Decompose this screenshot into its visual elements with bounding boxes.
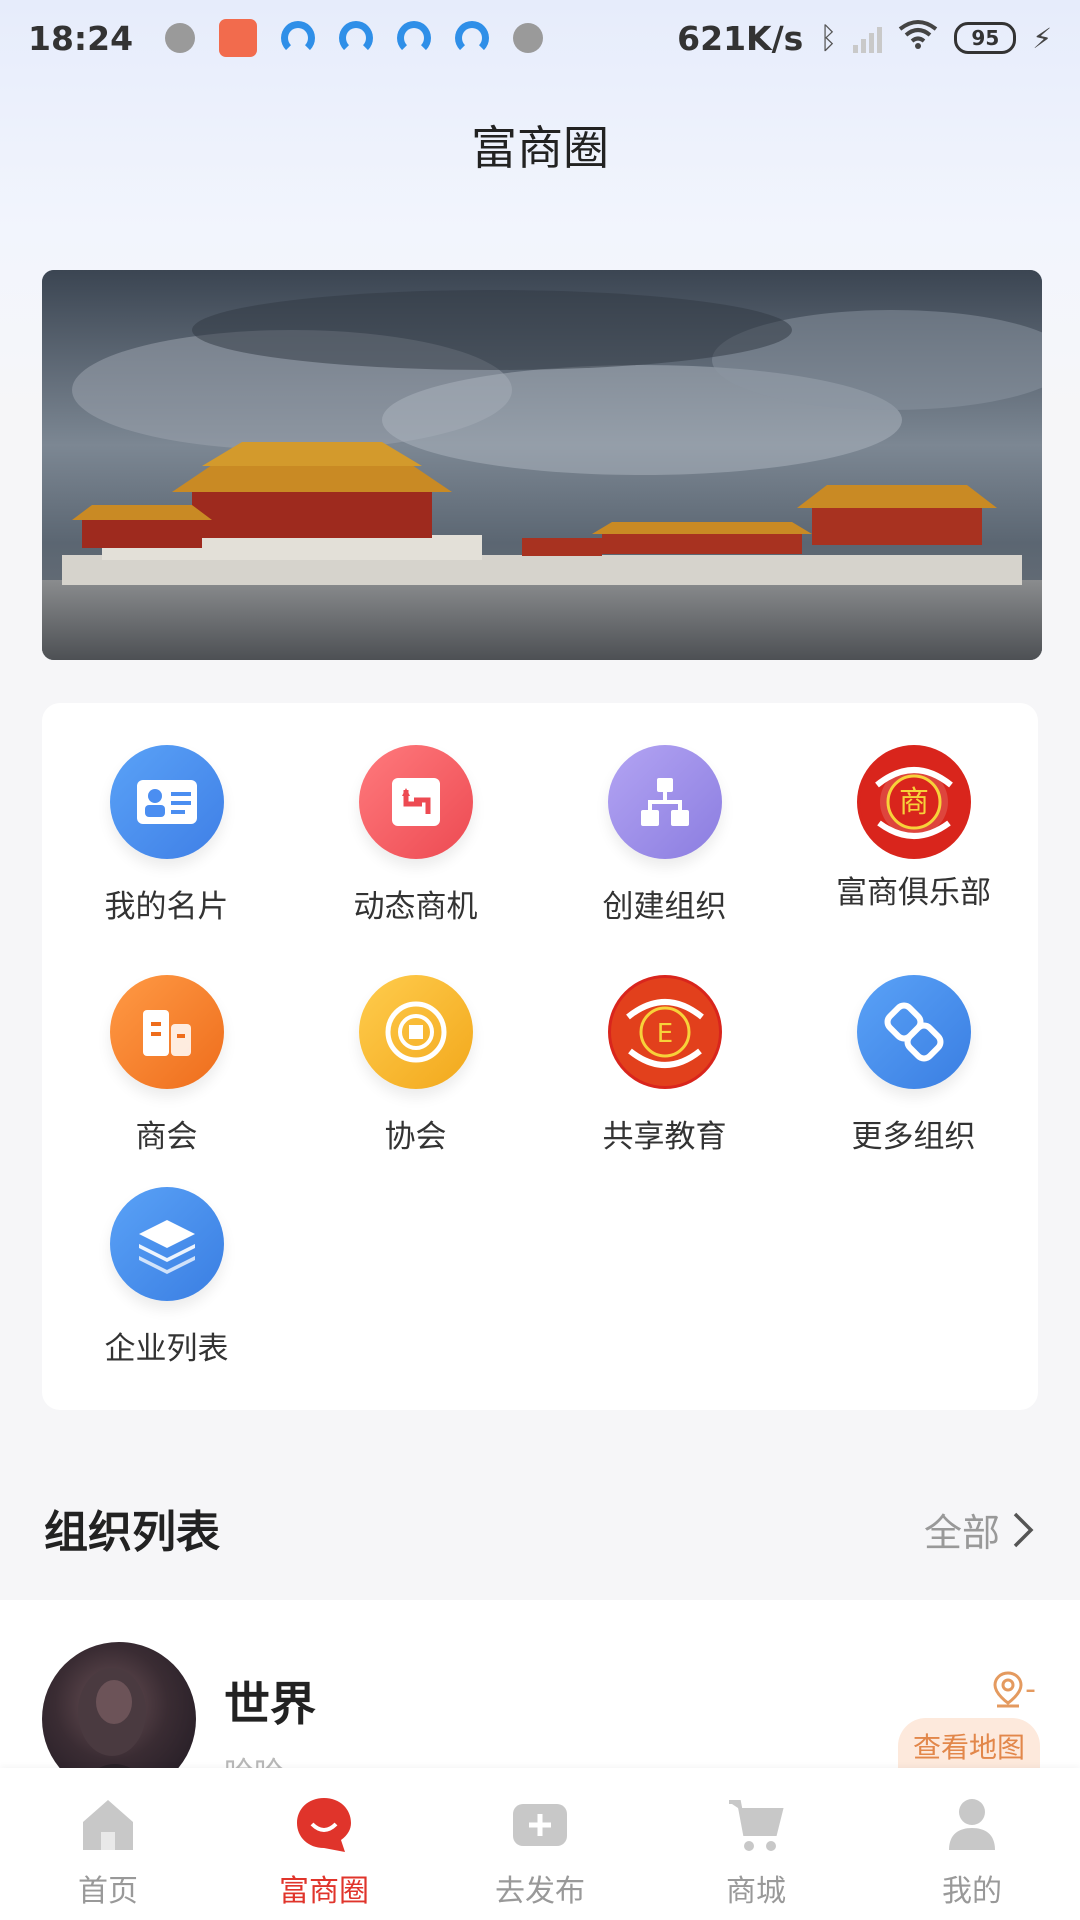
shopping-cart-icon (729, 1800, 784, 1851)
grid-label: 创建组织 (602, 889, 727, 925)
grid-item-more-orgs[interactable]: 更多组织 (789, 975, 1038, 1175)
tab-label: 富商圈 (279, 1874, 369, 1909)
tab-home[interactable]: 首页 (0, 1768, 216, 1920)
grid-label: 动态商机 (353, 889, 478, 925)
battery-indicator: 95 (954, 22, 1017, 54)
org-name: 世界 (224, 1677, 316, 1731)
dynamic-opportunity-icon (358, 745, 473, 859)
network-speed: 621K/s (677, 18, 804, 58)
grid-item-association[interactable]: 协会 (291, 975, 540, 1175)
tab-mall[interactable]: 商城 (648, 1768, 864, 1920)
home-icon (83, 1800, 133, 1850)
grid-item-create-org[interactable]: 创建组织 (540, 745, 789, 945)
grid-label: 企业列表 (104, 1331, 229, 1367)
section-title: 组织列表 (44, 1507, 220, 1558)
location-pin-icon (993, 1671, 1023, 1708)
grid-label: 共享教育 (602, 1119, 727, 1155)
grid-item-company-list[interactable]: 企业列表 (42, 1187, 291, 1387)
bluetooth-icon: ᛒ (819, 20, 838, 56)
chat-bubble-icon (297, 1798, 351, 1852)
grid-label: 协会 (384, 1119, 447, 1155)
status-time: 18:24 (28, 18, 134, 58)
shang-club-logo-icon: 商 (856, 745, 971, 859)
notification-dot-icon (165, 23, 196, 53)
sync-ring-icon (397, 21, 432, 55)
org-chart-icon (607, 745, 722, 859)
distance-value: - (1025, 1671, 1036, 1707)
notification-dot-icon (513, 23, 544, 53)
grid-item-rich-club[interactable]: 商 富商俱乐部 (789, 745, 1038, 945)
tab-publish[interactable]: 去发布 (432, 1768, 648, 1920)
tab-label: 首页 (78, 1874, 138, 1909)
palace-illustration (42, 270, 1042, 660)
function-grid: 我的名片 动态商机 创建组织 商 富商俱乐部 商会 协会 E 共享教育 更多组织… (42, 703, 1038, 1410)
view-all-link[interactable]: 全部 (924, 1502, 1034, 1557)
user-icon (949, 1799, 995, 1850)
tab-label: 去发布 (495, 1874, 585, 1909)
banner-image[interactable] (42, 270, 1042, 660)
sync-ring-icon (339, 21, 374, 55)
coin-icon (358, 975, 473, 1089)
status-bar: 18:24 621K/s ᛒ 95 ⚡ (0, 0, 1080, 76)
grid-label: 更多组织 (851, 1119, 976, 1155)
tab-rich-circle[interactable]: 富商圈 (216, 1768, 432, 1920)
publish-plus-icon (513, 1804, 567, 1846)
education-logo-icon: E (607, 975, 722, 1089)
tab-mine[interactable]: 我的 (864, 1768, 1080, 1920)
svg-text:商: 商 (899, 785, 929, 820)
wifi-icon (898, 19, 938, 57)
bottom-tab-bar: 首页 富商圈 去发布 商城 我的 (0, 1768, 1080, 1920)
charging-icon: ⚡ (1032, 21, 1052, 55)
signal-icon (853, 23, 883, 53)
layers-icon (109, 1187, 224, 1301)
grid-item-dynamic-opportunity[interactable]: 动态商机 (291, 745, 540, 945)
building-icon (109, 975, 224, 1089)
page-title: 富商圈 (471, 121, 609, 175)
link-icon (856, 975, 971, 1089)
grid-item-chamber[interactable]: 商会 (42, 975, 291, 1175)
org-distance: - (991, 1670, 1036, 1708)
chevron-right-icon (1013, 1512, 1034, 1547)
grid-label: 我的名片 (104, 889, 229, 925)
tab-label: 商城 (726, 1874, 786, 1909)
grid-label: 商会 (135, 1119, 198, 1155)
sync-ring-icon (455, 21, 490, 55)
view-all-label: 全部 (923, 1511, 1000, 1555)
sync-ring-icon (281, 21, 316, 55)
view-map-button[interactable]: 查看地图 (898, 1718, 1040, 1774)
grid-item-shared-education[interactable]: E 共享教育 (540, 975, 789, 1175)
tab-label: 我的 (942, 1874, 1002, 1909)
grid-label: 富商俱乐部 (836, 875, 991, 911)
business-card-icon (109, 745, 224, 859)
app-notification-icon (219, 19, 258, 57)
svg-text:E: E (656, 1019, 672, 1049)
grid-item-my-card[interactable]: 我的名片 (42, 745, 291, 945)
